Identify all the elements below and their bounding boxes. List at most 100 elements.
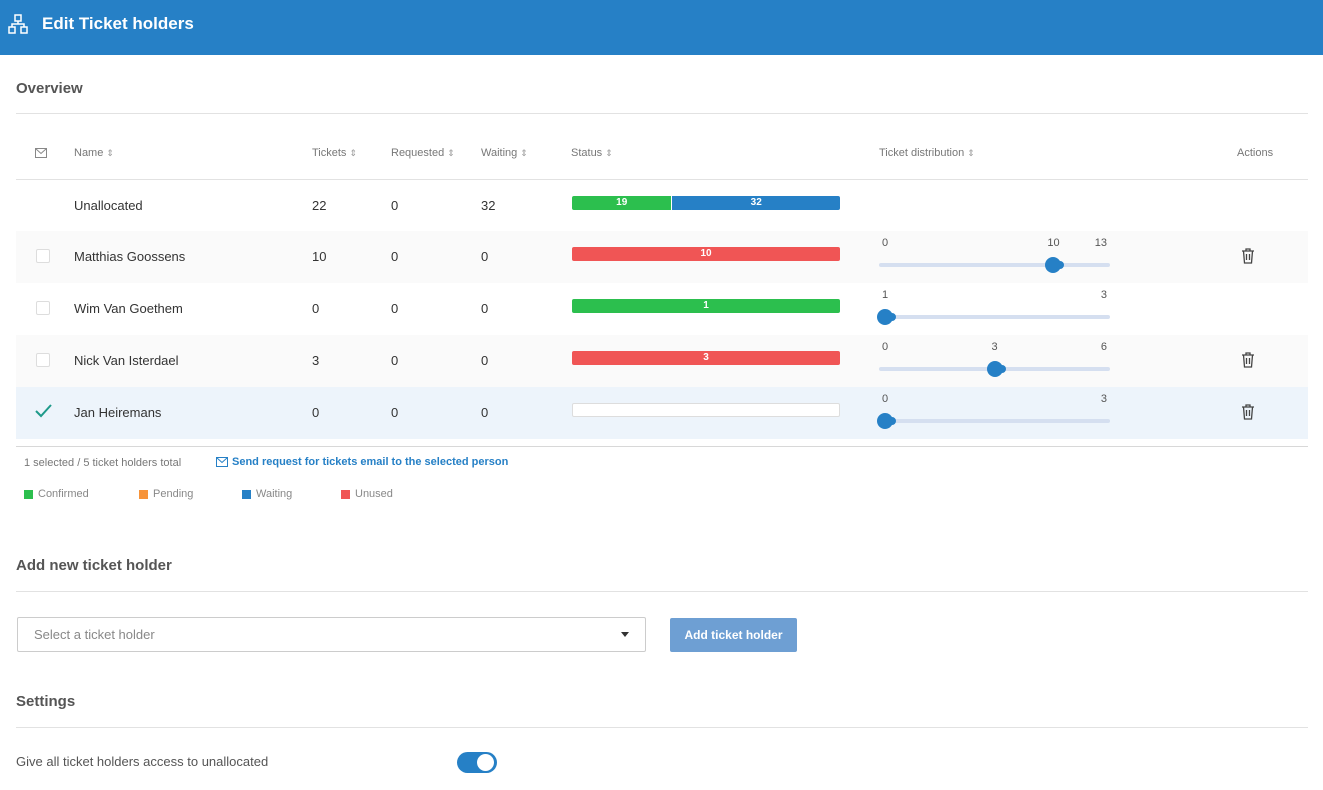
table-row-unallocated: Unallocated 22 0 32 19 32 xyxy=(16,180,1308,232)
row-checkbox[interactable] xyxy=(36,353,50,367)
trash-icon[interactable] xyxy=(1241,248,1255,264)
requested-value: 0 xyxy=(391,198,399,213)
waiting-value: 32 xyxy=(481,198,496,213)
add-ticket-holder-button[interactable]: Add ticket holder xyxy=(670,618,797,652)
status-segment-confirmed: 19 xyxy=(572,196,672,210)
slider-min-label: 1 xyxy=(882,289,889,301)
toggle-knob xyxy=(477,754,494,771)
send-request-email-link[interactable]: Send request for tickets email to the se… xyxy=(216,456,508,468)
holder-name: Jan Heiremans xyxy=(74,405,162,420)
table-row: Nick Van Isterdael 3 0 0 3 0 3 6 xyxy=(16,335,1308,387)
unallocated-access-toggle[interactable] xyxy=(457,752,497,773)
status-bar: 3 xyxy=(572,351,840,365)
legend-label: Waiting xyxy=(256,488,293,500)
ticket-distribution-slider[interactable]: 1 3 xyxy=(877,289,1110,331)
legend-label: Confirmed xyxy=(38,488,89,500)
status-bar: 1 xyxy=(572,299,840,313)
legend-waiting: Waiting xyxy=(242,488,292,500)
trash-icon[interactable] xyxy=(1241,404,1255,420)
slider-track[interactable] xyxy=(879,419,1110,423)
waiting-value: 0 xyxy=(481,301,489,316)
sort-icon: ⇕ xyxy=(106,148,114,158)
tickets-value: 0 xyxy=(312,405,320,420)
slider-value-label: 10 xyxy=(1047,237,1060,249)
page-title: Edit Ticket holders xyxy=(42,14,194,33)
slider-handle[interactable] xyxy=(877,413,896,429)
column-header-name[interactable]: Name ⇕ xyxy=(74,147,114,159)
status-bar xyxy=(572,403,840,417)
ticket-distribution-slider[interactable]: 0 3 6 xyxy=(879,341,1110,383)
legend-label: Unused xyxy=(355,488,393,500)
envelope-icon[interactable] xyxy=(35,148,47,158)
legend-swatch xyxy=(242,489,251,499)
unallocated-access-label: Give all ticket holders access to unallo… xyxy=(16,754,269,769)
requested-value: 0 xyxy=(391,301,399,316)
slider-max-label: 6 xyxy=(1100,341,1107,353)
top-bar: Edit Ticket holders xyxy=(0,0,1323,55)
column-header-waiting[interactable]: Waiting ⇕ xyxy=(481,147,528,159)
sort-icon: ⇕ xyxy=(520,148,528,158)
tickets-value: 3 xyxy=(312,353,320,368)
legend-unused: Unused xyxy=(341,488,393,500)
slider-track[interactable] xyxy=(879,315,1110,319)
table-bottom-divider xyxy=(16,446,1308,447)
status-segment-confirmed: 1 xyxy=(572,299,840,313)
settings-title: Settings xyxy=(16,693,76,710)
column-header-actions: Actions xyxy=(1237,147,1274,159)
tickets-value: 10 xyxy=(312,249,327,264)
ticket-distribution-slider[interactable]: 0 10 13 xyxy=(879,237,1110,279)
sort-icon: ⇕ xyxy=(447,148,455,158)
waiting-value: 0 xyxy=(481,405,489,420)
ticket-holder-select[interactable]: Select a ticket holder xyxy=(17,617,646,652)
tickets-value: 22 xyxy=(312,198,327,213)
overview-title: Overview xyxy=(16,80,83,97)
sort-icon: ⇕ xyxy=(605,148,613,158)
requested-value: 0 xyxy=(391,249,399,264)
selection-summary: 1 selected / 5 ticket holders total xyxy=(24,457,182,469)
status-segment-unused: 10 xyxy=(572,247,840,261)
caret-down-icon xyxy=(621,632,629,637)
column-header-distribution[interactable]: Ticket distribution ⇕ xyxy=(879,147,975,159)
settings-divider xyxy=(16,727,1308,728)
checkmark-icon[interactable] xyxy=(33,401,53,421)
slider-handle[interactable] xyxy=(986,361,1006,377)
column-header-tickets[interactable]: Tickets ⇕ xyxy=(312,147,357,159)
slider-handle[interactable] xyxy=(877,309,896,325)
legend-pending: Pending xyxy=(139,488,193,500)
holder-name: Matthias Goossens xyxy=(74,249,186,264)
holder-name: Unallocated xyxy=(74,198,143,213)
slider-min-label: 0 xyxy=(882,237,889,249)
row-checkbox[interactable] xyxy=(36,249,50,263)
overview-divider xyxy=(16,113,1308,114)
column-header-requested[interactable]: Requested ⇕ xyxy=(391,147,455,159)
sort-icon: ⇕ xyxy=(967,148,975,158)
waiting-value: 0 xyxy=(481,353,489,368)
status-bar: 10 xyxy=(572,247,840,261)
table-row: Jan Heiremans 0 0 0 0 3 xyxy=(16,387,1308,439)
slider-max-label: 3 xyxy=(1100,393,1107,405)
ticket-distribution-slider[interactable]: 0 3 xyxy=(877,393,1110,435)
status-segment-unused: 3 xyxy=(572,351,840,365)
table-row: Wim Van Goethem 0 0 0 1 1 3 xyxy=(16,283,1308,335)
row-checkbox[interactable] xyxy=(36,301,50,315)
legend-confirmed: Confirmed xyxy=(24,488,89,500)
slider-track[interactable] xyxy=(879,263,1110,267)
column-header-status[interactable]: Status ⇕ xyxy=(571,147,613,159)
trash-icon[interactable] xyxy=(1241,352,1255,368)
status-bar: 19 32 xyxy=(572,196,840,210)
legend-swatch xyxy=(139,489,148,499)
slider-min-label: 0 xyxy=(882,341,889,353)
ticket-holder-select-placeholder: Select a ticket holder xyxy=(34,627,155,642)
status-segment-waiting: 32 xyxy=(672,196,840,210)
table-row: Matthias Goossens 10 0 0 10 0 10 13 xyxy=(16,231,1308,283)
add-holder-divider xyxy=(16,591,1308,592)
slider-max-label: 13 xyxy=(1094,237,1107,249)
tickets-value: 0 xyxy=(312,301,320,316)
slider-handle[interactable] xyxy=(1045,257,1065,273)
slider-value-label: 3 xyxy=(991,341,998,353)
send-request-email-label[interactable]: Send request for tickets email to the se… xyxy=(232,456,508,468)
holder-name: Nick Van Isterdael xyxy=(74,353,179,368)
slider-min-label: 0 xyxy=(882,393,889,405)
slider-max-label: 3 xyxy=(1100,289,1107,301)
envelope-icon xyxy=(216,457,228,467)
